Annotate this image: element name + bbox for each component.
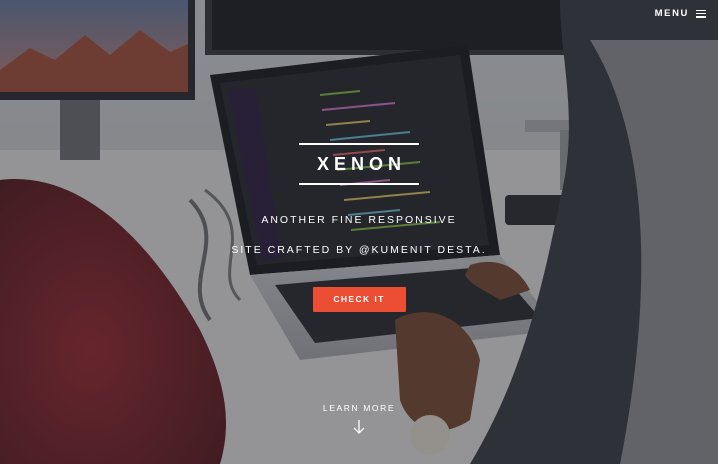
tagline-line-2: SITE CRAFTED BY @KUMENIT DESTA.	[231, 244, 487, 256]
tagline-line-1: ANOTHER FINE RESPONSIVE	[261, 214, 457, 226]
check-it-button[interactable]: CHECK IT	[312, 287, 406, 312]
hero-banner: XENON ANOTHER FINE RESPONSIVE SITE CRAFT…	[0, 143, 718, 312]
learn-more-label: LEARN MORE	[322, 403, 396, 413]
tagline: ANOTHER FINE RESPONSIVE SITE CRAFTED BY …	[0, 205, 718, 265]
learn-more-link[interactable]: LEARN MORE	[0, 403, 718, 435]
site-title: XENON	[299, 143, 419, 185]
hamburger-icon	[696, 9, 706, 18]
arrow-down-icon	[353, 420, 365, 434]
menu-label: MENU	[654, 8, 689, 19]
menu-button[interactable]: MENU	[655, 8, 706, 19]
